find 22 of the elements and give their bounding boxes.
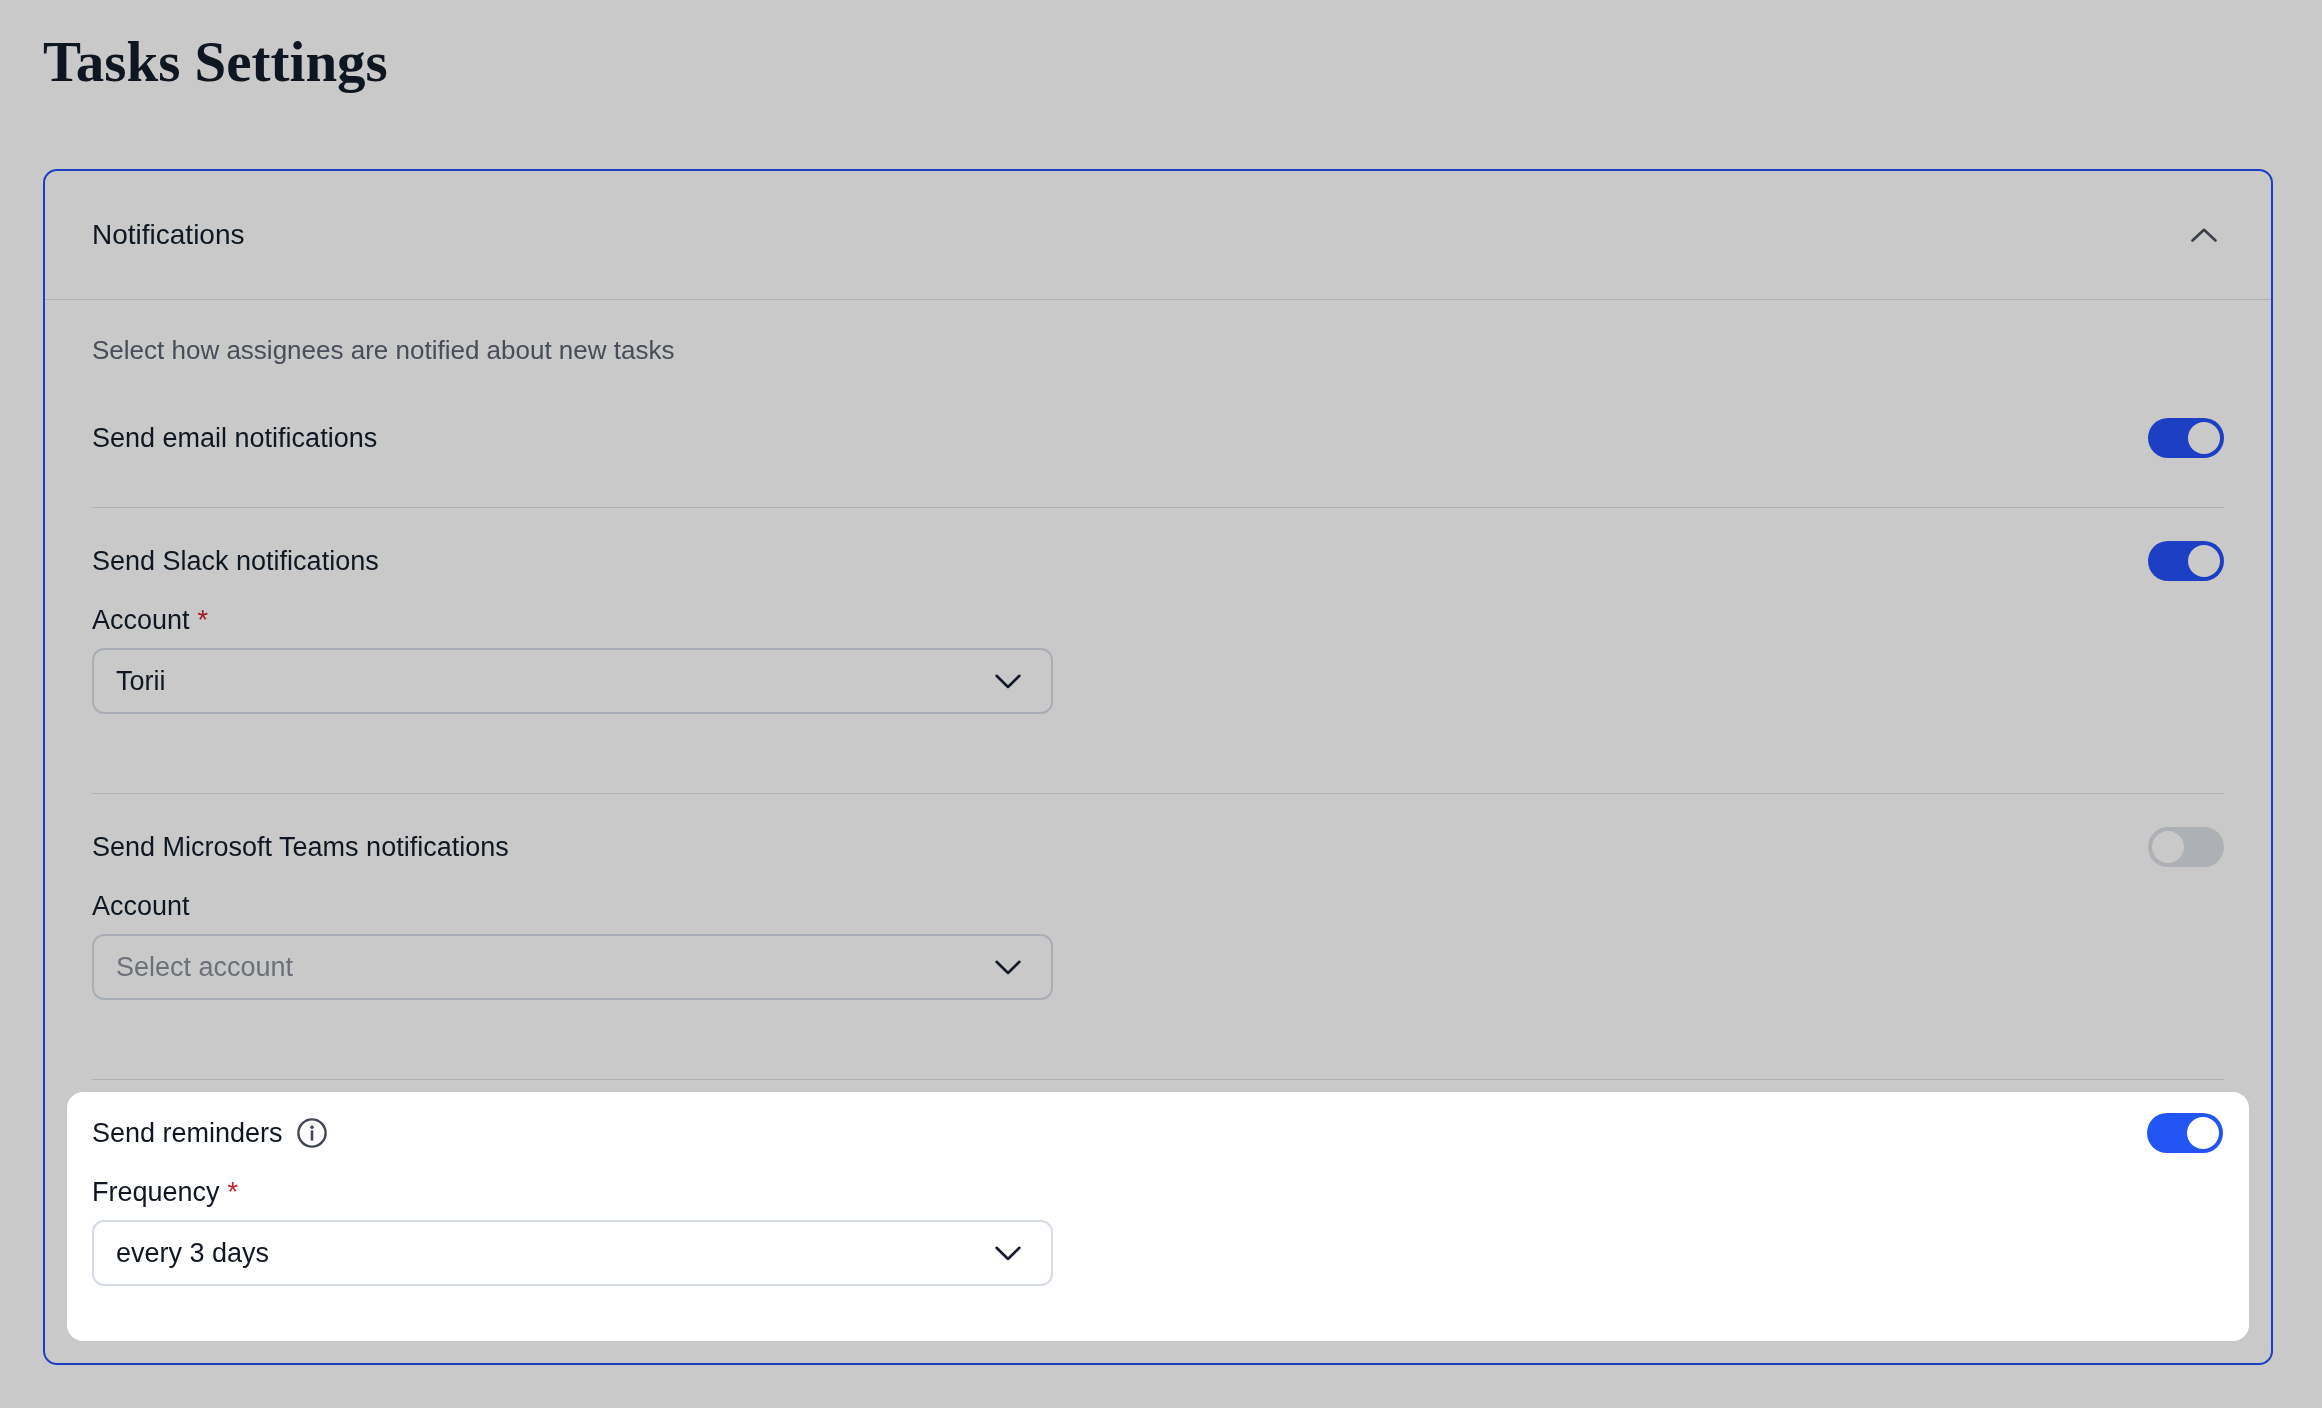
chevron-down-icon [995, 1245, 1021, 1261]
info-icon[interactable] [296, 1118, 327, 1148]
setting-label: Send Slack notifications [92, 545, 379, 578]
dropdown-field[interactable]: Torii [92, 648, 1053, 714]
setting-label: Send email notifications [92, 422, 378, 455]
chevron-down-icon [995, 673, 1021, 689]
toggle-switch[interactable] [2147, 1113, 2223, 1153]
section-description: Select how assignees are notified about new tasks [92, 334, 676, 367]
toggle-switch[interactable] [2148, 541, 2224, 581]
field-label: Account [92, 892, 190, 920]
required-mark: * [227, 1178, 239, 1206]
field-label: Frequency [92, 1178, 220, 1206]
chevron-down-icon [995, 959, 1021, 975]
field-label: Account [92, 606, 190, 634]
setting-label: Send reminders [92, 1117, 283, 1150]
page-title: Tasks Settings [43, 29, 388, 95]
toggle-switch[interactable] [2148, 418, 2224, 458]
required-mark: * [197, 606, 209, 634]
section-header[interactable]: Notifications [45, 171, 2271, 300]
dropdown-field[interactable]: every 3 days [92, 1220, 1053, 1286]
toggle-switch[interactable] [2148, 827, 2224, 867]
setting-label: Send Microsoft Teams notifications [92, 831, 509, 864]
